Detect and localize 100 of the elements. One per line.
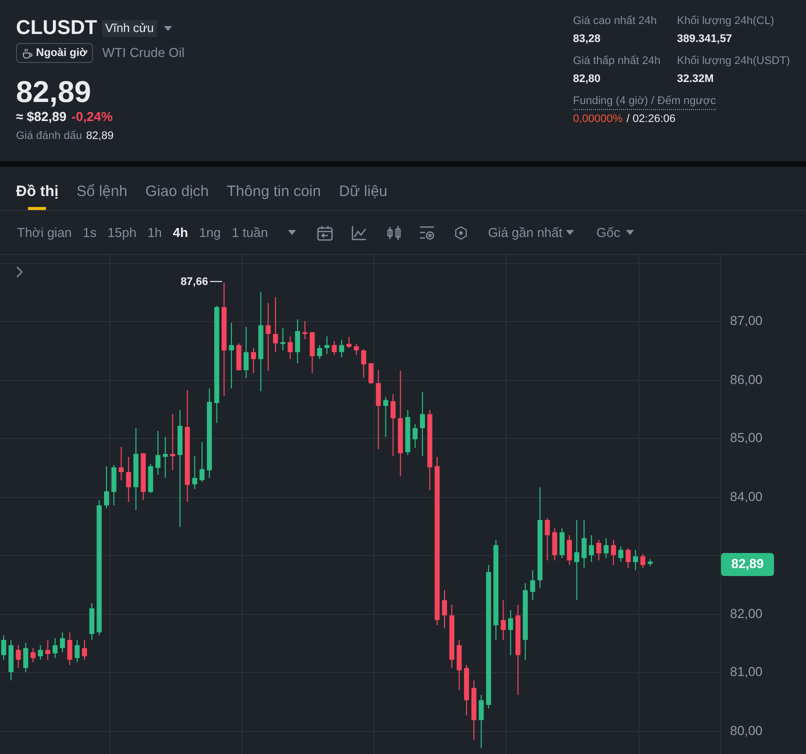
- candle: [596, 539, 602, 561]
- candle: [508, 610, 514, 656]
- stat-label: Giá thấp nhất 24h: [573, 54, 662, 68]
- candle: [74, 639, 80, 663]
- candle: [544, 518, 550, 561]
- candle: [368, 362, 374, 385]
- symbol-title: CLUSDT: [16, 16, 98, 40]
- stat-value: 389.341,57: [677, 32, 734, 46]
- scale-dropdown[interactable]: Gốc: [596, 224, 634, 242]
- stat-value: 82,80: [573, 72, 602, 86]
- hexagon-icon[interactable]: [454, 224, 468, 240]
- candle: [324, 336, 330, 354]
- candle: [626, 548, 631, 568]
- candle: [354, 343, 359, 356]
- candle: [449, 604, 454, 668]
- calendar-icon[interactable]: [316, 224, 333, 240]
- funding-countdown: / 02:26:06: [626, 112, 676, 126]
- candle: [60, 632, 65, 653]
- candle: [1, 634, 6, 660]
- candle: [302, 320, 308, 340]
- candle: [471, 680, 476, 740]
- candle: [118, 446, 124, 481]
- candle: [610, 539, 616, 566]
- stat-label: Khối lượng 24h(USDT): [677, 54, 792, 68]
- tab[interactable]: Giao dịch: [145, 182, 209, 210]
- high-price-label: 87,66: [180, 274, 208, 288]
- stat-value: 32.32M: [677, 72, 715, 86]
- y-axis-tick-label: 81,00: [730, 664, 763, 680]
- candle: [390, 394, 396, 457]
- interval-option[interactable]: 1h: [147, 224, 162, 242]
- candle: [332, 340, 337, 356]
- caret-down-icon[interactable]: [288, 230, 296, 235]
- caret-down-icon[interactable]: [164, 26, 172, 30]
- candle: [530, 570, 536, 601]
- candle: [588, 534, 594, 563]
- tab[interactable]: Thông tin coin: [226, 182, 321, 210]
- interval-option[interactable]: 1ng: [199, 224, 221, 242]
- candle: [148, 463, 154, 494]
- candle: [295, 318, 300, 364]
- y-axis-tick-label: 80,00: [730, 722, 763, 739]
- coffee-cup-icon: [22, 48, 33, 58]
- y-axis-tick-label: 86,00: [730, 372, 763, 388]
- candle: [104, 466, 110, 509]
- candle: [273, 296, 278, 353]
- candle: [192, 456, 198, 490]
- candle: [310, 332, 315, 374]
- candle: [456, 639, 462, 691]
- y-axis-tick-label: 87,00: [730, 313, 763, 330]
- candle: [582, 520, 587, 568]
- candle: [52, 638, 58, 659]
- price-source-dropdown[interactable]: Giá gần nhất: [488, 224, 574, 242]
- tab[interactable]: Đồ thị: [16, 182, 58, 210]
- tab[interactable]: Sổ lệnh: [76, 182, 128, 210]
- candle: [604, 538, 609, 559]
- candle: [67, 632, 72, 666]
- candle: [45, 639, 50, 660]
- candle: [16, 644, 21, 668]
- funding-label[interactable]: Funding (4 giờ) / Đếm ngược: [573, 94, 716, 110]
- session-label: Ngoài giờ: [36, 46, 88, 60]
- mark-price-label: Giá đánh dấu: [16, 129, 82, 143]
- candle: [38, 644, 43, 660]
- candle: [478, 694, 484, 749]
- candlestick-icon[interactable]: [386, 224, 402, 240]
- candle: [361, 348, 366, 378]
- candle: [412, 424, 418, 449]
- interval-label: Thời gian: [17, 224, 72, 242]
- y-axis-tick-label: 85,00: [730, 430, 763, 446]
- candle: [500, 600, 506, 640]
- caret-down-icon[interactable]: [626, 230, 634, 235]
- y-axis-tick-label: 84,00: [730, 488, 763, 505]
- candle: [566, 534, 572, 566]
- interval-option[interactable]: 1 tuần: [232, 224, 268, 242]
- candle: [560, 528, 565, 559]
- candle: [30, 648, 36, 663]
- interval-option[interactable]: 1s: [82, 224, 97, 242]
- candle: [317, 344, 322, 360]
- candle: [236, 342, 242, 371]
- candle: [23, 642, 28, 673]
- chevron-right-icon[interactable]: [16, 266, 23, 278]
- stat-label: Khối lượng 24h(CL): [677, 14, 776, 28]
- caret-down-icon[interactable]: [566, 230, 574, 235]
- candle: [200, 442, 205, 482]
- usd-price: ≈ $82,89: [16, 109, 67, 125]
- candle: [442, 590, 447, 629]
- candle: [552, 528, 558, 561]
- candle: [618, 546, 624, 563]
- candle: [280, 328, 286, 351]
- candle: [126, 456, 132, 502]
- interval-option[interactable]: 15ph: [108, 224, 136, 242]
- y-axis-tick-label: 82,00: [730, 606, 763, 622]
- interval-option[interactable]: 4h: [172, 224, 188, 242]
- tab[interactable]: Dữ liệu: [338, 182, 388, 210]
- last-price-badge: 82,89: [721, 552, 774, 576]
- line-chart-icon[interactable]: [350, 224, 367, 240]
- candle: [244, 326, 249, 378]
- candle: [633, 549, 638, 571]
- list-settings-icon[interactable]: [418, 224, 435, 240]
- stat-value: 83,28: [573, 32, 602, 46]
- funding-rate: 0,00000%: [573, 112, 623, 126]
- candle: [228, 322, 234, 389]
